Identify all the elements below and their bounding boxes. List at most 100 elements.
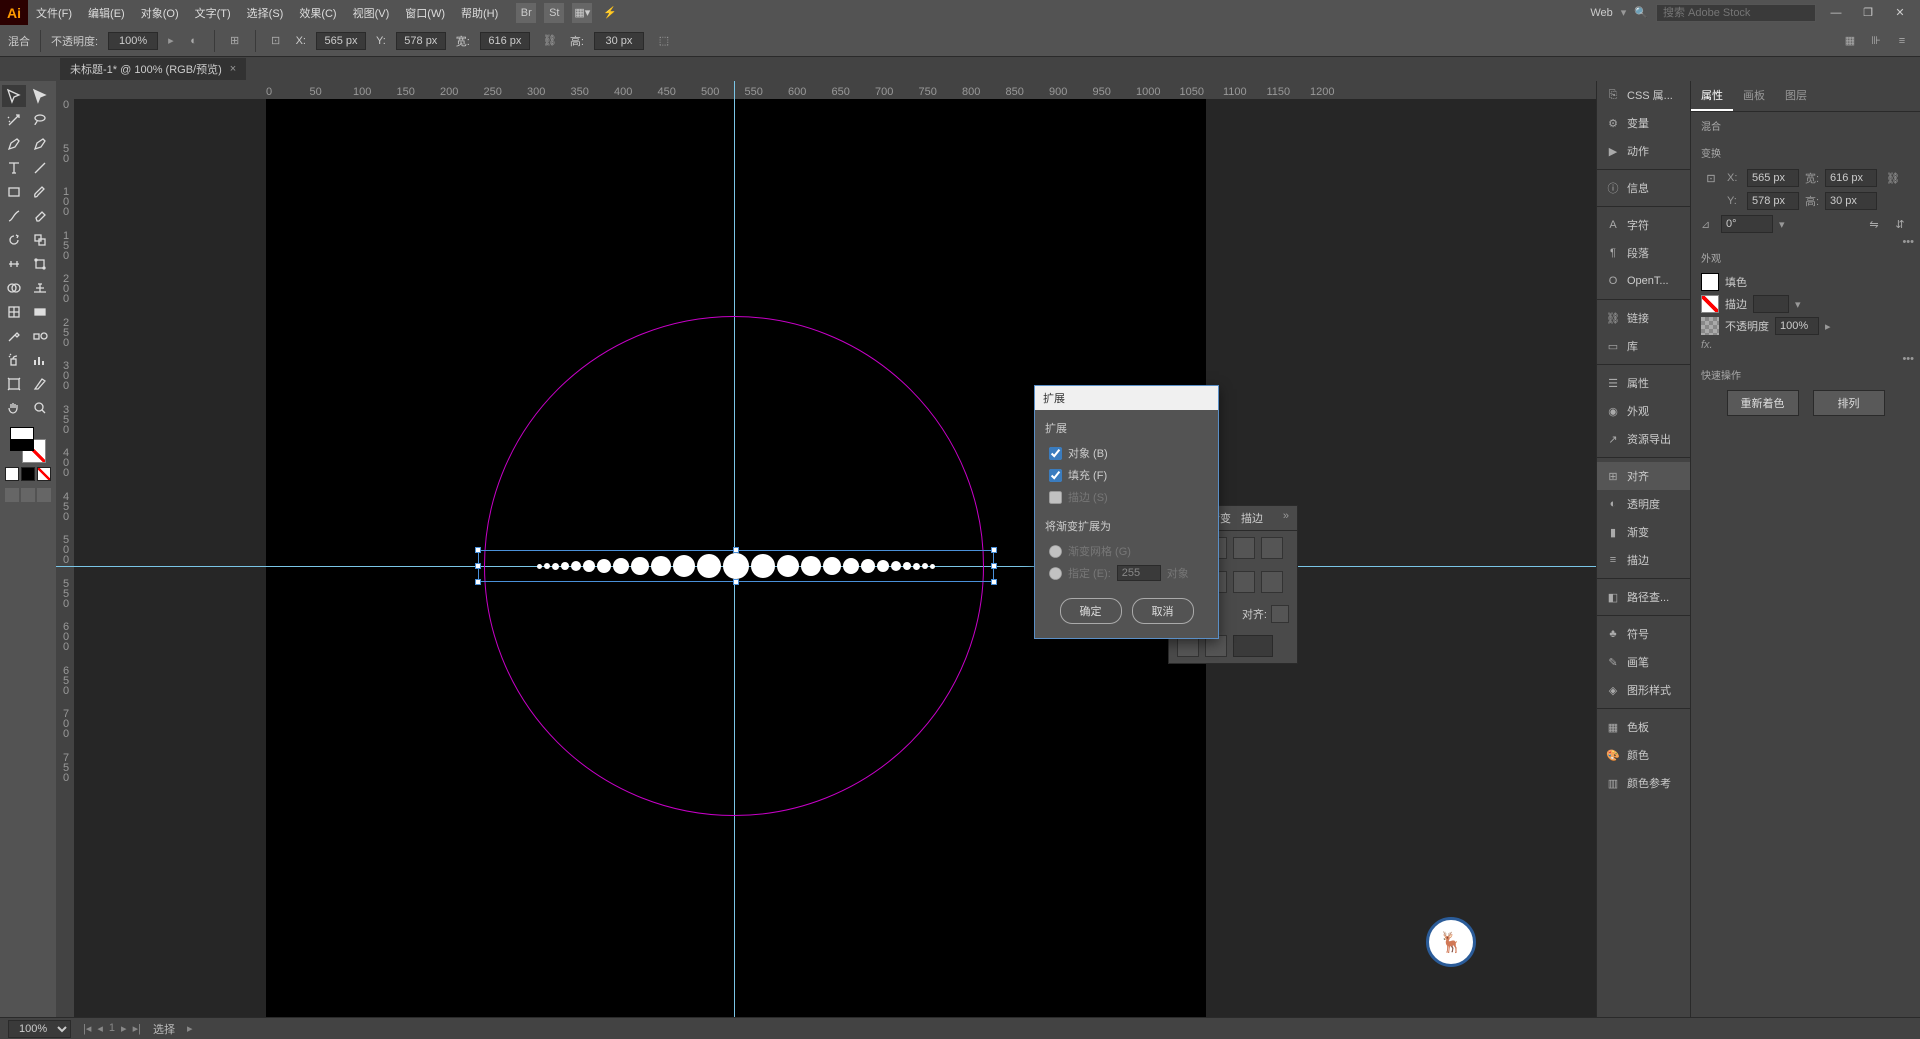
arrange-docs-icon[interactable]: ▦▾ (572, 3, 592, 23)
lasso-tool[interactable] (28, 109, 52, 131)
recolor-button[interactable]: 重新着色 (1727, 390, 1799, 416)
shaper-tool[interactable] (2, 205, 26, 227)
curvature-tool[interactable] (28, 133, 52, 155)
shape-props-icon[interactable]: ⬚ (654, 31, 674, 51)
scale-tool[interactable] (28, 229, 52, 251)
w-input[interactable] (480, 32, 530, 50)
dock-gradient[interactable]: ▮渐变 (1597, 518, 1690, 546)
h-input[interactable] (594, 32, 644, 50)
close-tab-icon[interactable]: × (230, 63, 236, 75)
dock-links[interactable]: ⛓链接 (1597, 304, 1690, 332)
dock-actions[interactable]: ▶动作 (1597, 137, 1690, 165)
fill-swatch[interactable] (1701, 273, 1719, 291)
dialog-ok-button[interactable]: 确定 (1060, 598, 1122, 624)
zoom-select[interactable]: 100% (8, 1020, 71, 1038)
stock-icon[interactable]: St (544, 3, 564, 23)
dock-pathfinder[interactable]: ◧路径查... (1597, 583, 1690, 611)
menu-view[interactable]: 视图(V) (345, 5, 398, 21)
stroke-swatch[interactable] (1701, 295, 1719, 313)
align-top-button[interactable] (1261, 537, 1283, 559)
dock-align[interactable]: ⊞对齐 (1597, 462, 1690, 490)
workspace-switcher[interactable]: Web (1590, 7, 1612, 19)
edit-icon[interactable]: ⊪ (1866, 31, 1886, 51)
opacity-input[interactable] (108, 32, 158, 50)
dialog-cancel-button[interactable]: 取消 (1132, 598, 1194, 624)
rectangle-tool[interactable] (2, 181, 26, 203)
color-mode-row[interactable] (5, 467, 51, 481)
tab-stroke[interactable]: 描边 (1241, 510, 1263, 526)
tab-properties[interactable]: 属性 (1691, 81, 1733, 111)
align-icon[interactable]: ⊞ (225, 31, 245, 51)
canvas-area[interactable]: 0501001502002503003504004505005506006507… (56, 81, 1596, 1017)
props-h-input[interactable] (1825, 192, 1877, 210)
perspective-grid-tool[interactable] (28, 277, 52, 299)
window-minimize[interactable]: — (1824, 4, 1848, 22)
menu-select[interactable]: 选择(S) (239, 5, 292, 21)
hand-tool[interactable] (2, 397, 26, 419)
dock-appearance[interactable]: ◉外观 (1597, 397, 1690, 425)
props-angle-input[interactable] (1721, 215, 1773, 233)
menu-effect[interactable]: 效果(C) (291, 5, 344, 21)
ref-point-icon[interactable]: ⊡ (266, 31, 286, 51)
dock-properties[interactable]: ☰属性 (1597, 369, 1690, 397)
dock-graphic-styles[interactable]: ◈图形样式 (1597, 676, 1690, 704)
dock-asset-export[interactable]: ↗资源导出 (1597, 425, 1690, 453)
expand-fill-checkbox[interactable]: 填充 (F) (1045, 464, 1208, 486)
direct-selection-tool[interactable] (28, 85, 52, 107)
link-wh-icon[interactable]: ⛓ (540, 31, 560, 51)
gpu-icon[interactable]: ⚡ (600, 3, 620, 23)
pen-tool[interactable] (2, 133, 26, 155)
selection-bounding-box[interactable] (478, 550, 994, 582)
eraser-tool[interactable] (28, 205, 52, 227)
transform-more-icon[interactable]: ••• (1902, 236, 1914, 248)
appearance-more-icon[interactable]: ••• (1902, 353, 1914, 365)
flip-h-icon[interactable]: ⇋ (1864, 214, 1884, 234)
menu-object[interactable]: 对象(O) (133, 5, 187, 21)
slice-tool[interactable] (28, 373, 52, 395)
fill-stroke-swatches[interactable] (10, 427, 46, 463)
dock-info[interactable]: ⓘ信息 (1597, 174, 1690, 202)
magic-wand-tool[interactable] (2, 109, 26, 131)
panel-collapse-icon[interactable]: » (1283, 510, 1289, 526)
symbol-sprayer-tool[interactable] (2, 349, 26, 371)
window-close[interactable]: ✕ (1888, 4, 1912, 22)
distribute-top-button[interactable] (1261, 571, 1283, 593)
arrange-button[interactable]: 排列 (1813, 390, 1885, 416)
menu-edit[interactable]: 编辑(E) (80, 5, 133, 21)
blend-tool[interactable] (28, 325, 52, 347)
flip-v-icon[interactable]: ⇵ (1890, 214, 1910, 234)
selection-tool[interactable] (2, 85, 26, 107)
dock-color-guide[interactable]: ▥颜色参考 (1597, 769, 1690, 797)
tab-layers[interactable]: 图层 (1775, 81, 1817, 111)
ruler-origin[interactable] (56, 81, 74, 99)
dock-css[interactable]: ⎘CSS 属... (1597, 81, 1690, 109)
isolate-icon[interactable]: ▦ (1840, 31, 1860, 51)
menu-file[interactable]: 文件(F) (28, 5, 80, 21)
menu-type[interactable]: 文字(T) (187, 5, 239, 21)
paintbrush-tool[interactable] (28, 181, 52, 203)
ref-point-icon[interactable]: ⊡ (1701, 168, 1721, 188)
dock-transparency[interactable]: ◐透明度 (1597, 490, 1690, 518)
menu-help[interactable]: 帮助(H) (453, 5, 506, 21)
bridge-icon[interactable]: Br (516, 3, 536, 23)
document-tab[interactable]: 未标题-1* @ 100% (RGB/预览) × (60, 58, 246, 80)
fx-icon[interactable]: fx. (1701, 339, 1713, 351)
ruler-vertical[interactable]: 0501001502002503003504004505005506006507… (56, 99, 74, 1017)
zoom-tool[interactable] (28, 397, 52, 419)
dock-libraries[interactable]: ▭库 (1597, 332, 1690, 360)
dock-brushes[interactable]: ✎画笔 (1597, 648, 1690, 676)
gradient-tool[interactable] (28, 301, 52, 323)
y-input[interactable] (396, 32, 446, 50)
expand-object-checkbox[interactable]: 对象 (B) (1045, 442, 1208, 464)
artboard-tool[interactable] (2, 373, 26, 395)
line-tool[interactable] (28, 157, 52, 179)
dock-stroke[interactable]: ≡描边 (1597, 546, 1690, 574)
dock-paragraph[interactable]: ¶段落 (1597, 239, 1690, 267)
props-opacity-input[interactable] (1775, 317, 1819, 335)
props-y-input[interactable] (1747, 192, 1799, 210)
draw-mode-row[interactable] (5, 488, 51, 502)
x-input[interactable] (316, 32, 366, 50)
align-right-button[interactable] (1233, 537, 1255, 559)
dock-symbols[interactable]: ♣符号 (1597, 620, 1690, 648)
props-x-input[interactable] (1747, 169, 1799, 187)
